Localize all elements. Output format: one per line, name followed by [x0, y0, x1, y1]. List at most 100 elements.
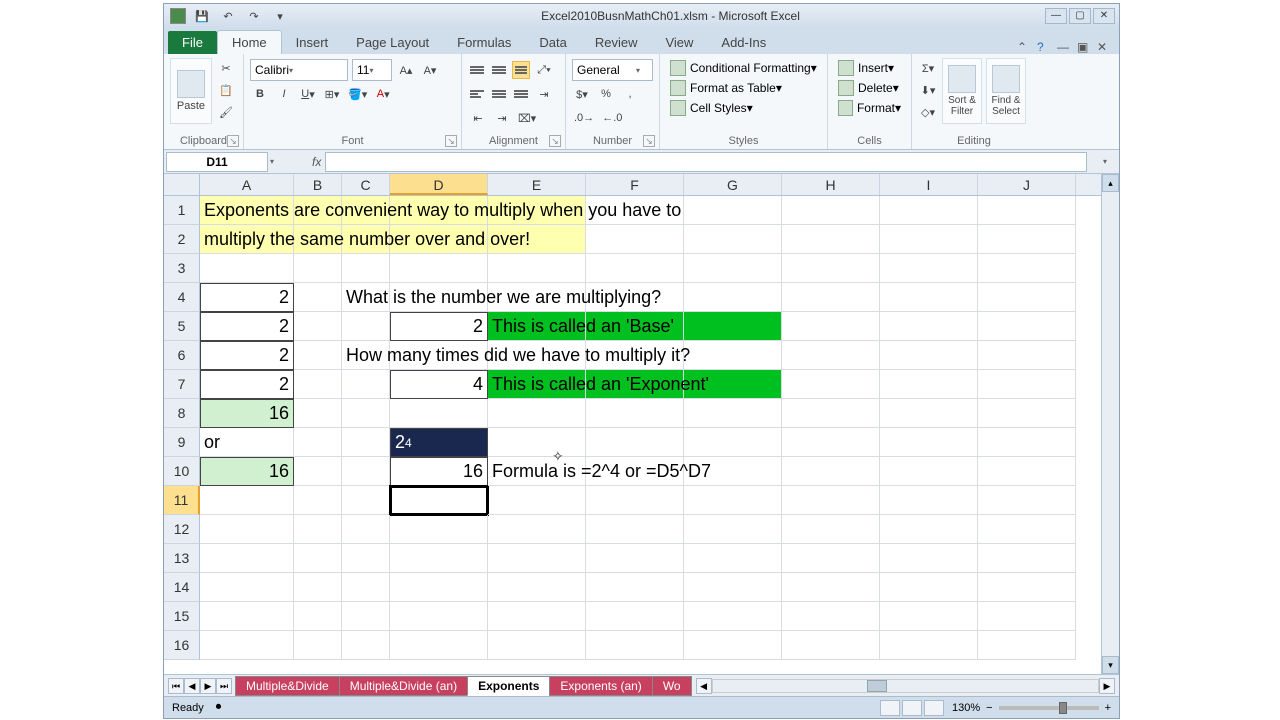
- cell-J9[interactable]: [978, 428, 1076, 457]
- cell-A11[interactable]: [200, 486, 294, 515]
- fill-icon[interactable]: ⬇▾: [918, 80, 938, 100]
- cell-B6[interactable]: [294, 341, 342, 370]
- cell-D5[interactable]: 2: [390, 312, 488, 341]
- page-layout-view-icon[interactable]: [902, 700, 922, 716]
- cell-D14[interactable]: [390, 573, 488, 602]
- cell-B15[interactable]: [294, 602, 342, 631]
- cell-E11[interactable]: [488, 486, 586, 515]
- cell-D8[interactable]: [390, 399, 488, 428]
- cell-I3[interactable]: [880, 254, 978, 283]
- conditional-formatting-button[interactable]: Conditional Formatting ▾: [666, 58, 821, 78]
- cell-H11[interactable]: [782, 486, 880, 515]
- cell-D3[interactable]: [390, 254, 488, 283]
- col-header-I[interactable]: I: [880, 174, 978, 195]
- cell-C12[interactable]: [342, 515, 390, 544]
- cell-E12[interactable]: [488, 515, 586, 544]
- cell-F13[interactable]: [586, 544, 684, 573]
- cell-G12[interactable]: [684, 515, 782, 544]
- row-header-12[interactable]: 12: [164, 515, 200, 544]
- tab-formulas[interactable]: Formulas: [443, 31, 525, 54]
- undo-icon[interactable]: ↶: [218, 6, 238, 26]
- copy-icon[interactable]: 📋: [216, 80, 236, 100]
- cell-G1[interactable]: [684, 196, 782, 225]
- cell-E10[interactable]: Formula is =2^4 or =D5^D7: [488, 457, 586, 486]
- cell-D15[interactable]: [390, 602, 488, 631]
- cell-C16[interactable]: [342, 631, 390, 660]
- cell-B4[interactable]: [294, 283, 342, 312]
- cell-I4[interactable]: [880, 283, 978, 312]
- cell-J12[interactable]: [978, 515, 1076, 544]
- cell-F9[interactable]: [586, 428, 684, 457]
- cell-C6[interactable]: How many times did we have to multiply i…: [342, 341, 390, 370]
- italic-button[interactable]: I: [274, 84, 294, 104]
- clipboard-launcher[interactable]: ↘: [227, 135, 239, 147]
- percent-icon[interactable]: %: [596, 84, 616, 104]
- cell-F12[interactable]: [586, 515, 684, 544]
- zoom-in-icon[interactable]: +: [1105, 702, 1111, 714]
- number-launcher[interactable]: ↘: [643, 135, 655, 147]
- select-all-corner[interactable]: [164, 174, 200, 195]
- row-header-2[interactable]: 2: [164, 225, 200, 254]
- cell-H10[interactable]: [782, 457, 880, 486]
- cell-G2[interactable]: [684, 225, 782, 254]
- align-bottom-icon[interactable]: [512, 61, 530, 79]
- paste-button[interactable]: Paste: [170, 58, 212, 124]
- cell-G3[interactable]: [684, 254, 782, 283]
- cell-I12[interactable]: [880, 515, 978, 544]
- minimize-ribbon-icon[interactable]: ⌃: [1017, 40, 1031, 54]
- row-header-15[interactable]: 15: [164, 602, 200, 631]
- cell-C10[interactable]: [342, 457, 390, 486]
- cell-C8[interactable]: [342, 399, 390, 428]
- cell-G8[interactable]: [684, 399, 782, 428]
- comma-icon[interactable]: ,: [620, 84, 640, 104]
- cell-D11[interactable]: [390, 486, 488, 515]
- cell-I10[interactable]: [880, 457, 978, 486]
- zoom-level[interactable]: 130%: [952, 702, 980, 714]
- cell-E5[interactable]: This is called an 'Base': [488, 312, 586, 341]
- fx-icon[interactable]: fx: [308, 155, 325, 169]
- macro-record-icon[interactable]: ⏺: [216, 701, 222, 714]
- cell-J1[interactable]: [978, 196, 1076, 225]
- cell-E9[interactable]: [488, 428, 586, 457]
- scroll-left-icon[interactable]: ◀: [696, 678, 712, 694]
- cell-C13[interactable]: [342, 544, 390, 573]
- row-header-6[interactable]: 6: [164, 341, 200, 370]
- col-header-E[interactable]: E: [488, 174, 586, 195]
- row-header-8[interactable]: 8: [164, 399, 200, 428]
- hscroll-thumb[interactable]: [867, 680, 887, 692]
- format-as-table-button[interactable]: Format as Table ▾: [666, 78, 821, 98]
- cell-B13[interactable]: [294, 544, 342, 573]
- cell-J5[interactable]: [978, 312, 1076, 341]
- cell-H12[interactable]: [782, 515, 880, 544]
- cell-A16[interactable]: [200, 631, 294, 660]
- number-format-select[interactable]: General▾: [572, 59, 653, 81]
- save-icon[interactable]: 💾: [192, 6, 212, 26]
- sheet-tab-multiple-divide[interactable]: Multiple&Divide: [235, 676, 340, 696]
- row-header-11[interactable]: 11: [164, 486, 200, 515]
- cell-I6[interactable]: [880, 341, 978, 370]
- cell-J13[interactable]: [978, 544, 1076, 573]
- sort-filter-button[interactable]: Sort & Filter: [942, 58, 982, 124]
- cell-B7[interactable]: [294, 370, 342, 399]
- cell-C14[interactable]: [342, 573, 390, 602]
- cell-E7[interactable]: This is called an 'Exponent': [488, 370, 586, 399]
- formula-input[interactable]: [325, 152, 1087, 172]
- tab-insert[interactable]: Insert: [282, 31, 343, 54]
- normal-view-icon[interactable]: [880, 700, 900, 716]
- cell-A6[interactable]: 2: [200, 341, 294, 370]
- bold-button[interactable]: B: [250, 84, 270, 104]
- cell-I15[interactable]: [880, 602, 978, 631]
- cell-J7[interactable]: [978, 370, 1076, 399]
- cell-G13[interactable]: [684, 544, 782, 573]
- cell-G9[interactable]: [684, 428, 782, 457]
- row-header-7[interactable]: 7: [164, 370, 200, 399]
- decrease-decimal-icon[interactable]: ←.0: [600, 108, 624, 128]
- cancel-formula-icon[interactable]: [286, 153, 304, 171]
- name-box[interactable]: D11: [166, 152, 268, 172]
- format-painter-icon[interactable]: 🖌: [216, 102, 236, 122]
- cell-G16[interactable]: [684, 631, 782, 660]
- cell-E13[interactable]: [488, 544, 586, 573]
- cell-E8[interactable]: [488, 399, 586, 428]
- cell-E16[interactable]: [488, 631, 586, 660]
- cell-A15[interactable]: [200, 602, 294, 631]
